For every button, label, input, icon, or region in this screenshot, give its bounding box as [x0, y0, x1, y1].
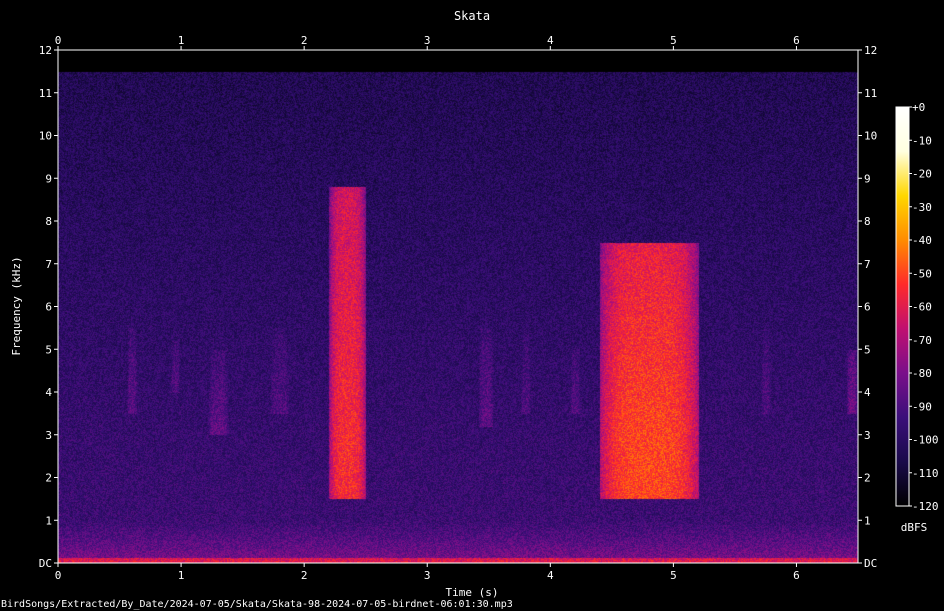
y-tick-label-right: 9	[864, 172, 871, 185]
x-tick-label-bottom: 0	[55, 569, 62, 582]
colorbar-tick-label: -40	[912, 234, 932, 247]
y-tick-label-right: 2	[864, 472, 871, 485]
y-tick-label-left: 8	[45, 215, 52, 228]
x-axis-label: Time (s)	[446, 586, 499, 599]
chart-title: Skata	[454, 9, 490, 23]
axes: 00112233445566DC DC1 12 23 34 45 56 67 78 89 910 10…	[39, 34, 878, 582]
y-tick-label-left: 12	[39, 44, 52, 57]
y-tick-label-left: 7	[45, 258, 52, 271]
y-tick-label-left: 10	[39, 130, 52, 143]
y-tick-label-right: 12	[864, 44, 877, 57]
colorbar-tick-label: -10	[912, 134, 932, 147]
y-tick-label-right: 8	[864, 215, 871, 228]
x-tick-label-bottom: 4	[547, 569, 554, 582]
x-tick-label-top: 0	[55, 34, 62, 47]
y-tick-label-right: 1	[864, 514, 871, 527]
colorbar-tick-label: -100	[912, 434, 939, 447]
y-tick-label-left: 2	[45, 472, 52, 485]
x-tick-label-top: 2	[301, 34, 308, 47]
colorbar-tick-label: -30	[912, 201, 932, 214]
x-tick-label-bottom: 3	[424, 569, 431, 582]
colorbar-tick-label: -80	[912, 367, 932, 380]
y-tick-label-left: 11	[39, 87, 52, 100]
y-tick-label-left: 4	[45, 386, 52, 399]
y-tick-label-right: 5	[864, 343, 871, 356]
y-tick-label-left: 1	[45, 514, 52, 527]
y-axis-label: Frequency (kHz)	[10, 256, 23, 355]
colorbar-gradient	[895, 106, 910, 507]
colorbar-tick-label: -110	[912, 467, 939, 480]
x-tick-label-bottom: 2	[301, 569, 308, 582]
y-tick-label-right: 6	[864, 301, 871, 314]
x-tick-label-bottom: 1	[178, 569, 185, 582]
y-tick-label-left: 9	[45, 172, 52, 185]
colorbar-tick-label: -20	[912, 168, 932, 181]
colorbar-tick-label: +0	[912, 101, 925, 114]
colorbar: +0 -10 -20 -30 -40 -50 -60 -70 -80 -90 -100 -110 -12…	[895, 101, 939, 513]
y-tick-label-right: 10	[864, 130, 877, 143]
x-tick-label-top: 3	[424, 34, 431, 47]
y-tick-label-right: 3	[864, 429, 871, 442]
colorbar-tick-label: -60	[912, 301, 932, 314]
y-tick-label-left: 5	[45, 343, 52, 356]
colorbar-tick-label: -50	[912, 267, 932, 280]
y-tick-label-right: 4	[864, 386, 871, 399]
colorbar-label: dBFS	[901, 521, 928, 534]
x-tick-label-top: 1	[178, 34, 185, 47]
colorbar-tick-label: -70	[912, 334, 932, 347]
chart-overlay: Skata 00112233445566DC DC1 12 23 34 45 56 67 78 8…	[1, 9, 939, 610]
x-tick-label-top: 5	[670, 34, 677, 47]
plot-frame	[57, 49, 859, 564]
x-tick-label-bottom: 6	[793, 569, 800, 582]
y-tick-label-left: DC	[39, 557, 52, 570]
file-path: BirdSongs/Extracted/By_Date/2024-07-05/S…	[1, 599, 513, 610]
colorbar-tick-label: -120	[912, 500, 939, 513]
x-tick-label-top: 4	[547, 34, 554, 47]
y-tick-label-right: DC	[864, 557, 877, 570]
x-tick-label-bottom: 5	[670, 569, 677, 582]
x-tick-label-top: 6	[793, 34, 800, 47]
colorbar-tick-label: -90	[912, 400, 932, 413]
y-tick-label-right: 11	[864, 87, 877, 100]
y-tick-label-left: 3	[45, 429, 52, 442]
y-tick-label-right: 7	[864, 258, 871, 271]
y-tick-label-left: 6	[45, 301, 52, 314]
